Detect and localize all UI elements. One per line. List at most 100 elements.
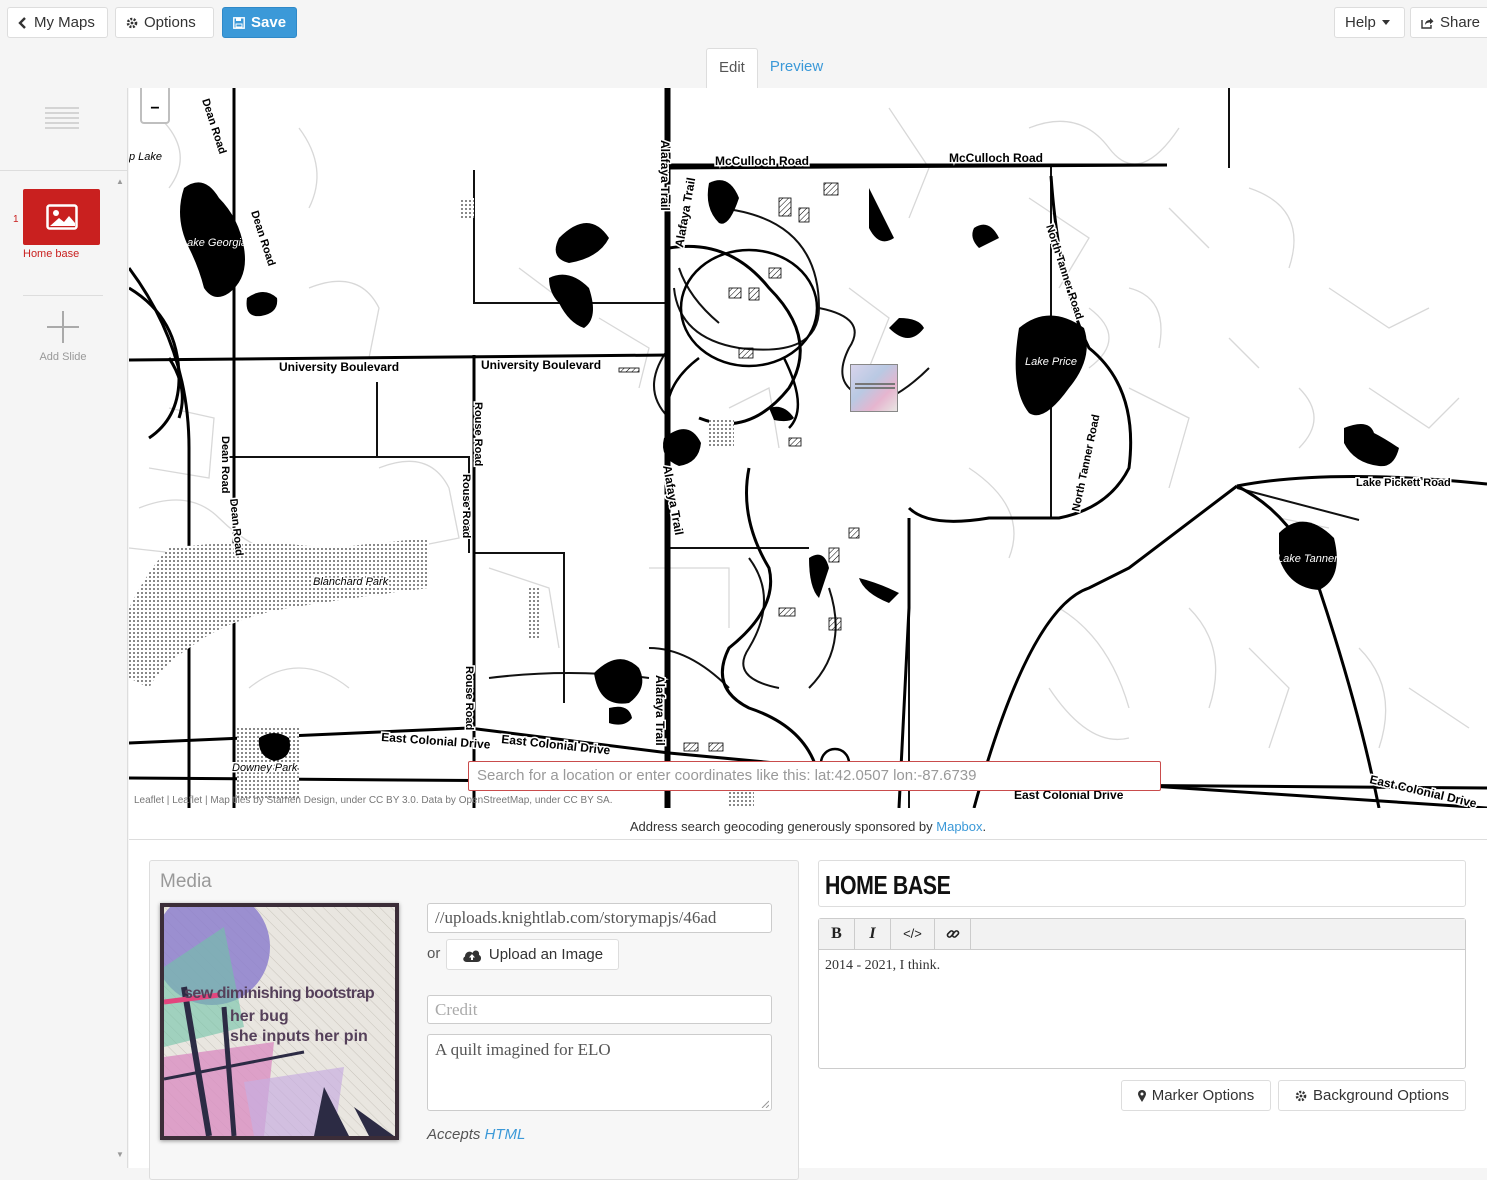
attrib-leaflet-1[interactable]: Leaflet [134,795,164,806]
italic-button[interactable]: I [855,919,891,949]
map-label-mcculloch-2: McCulloch Road [949,151,1043,165]
headline-input[interactable]: HOME BASE [818,860,1466,907]
link-icon [946,930,959,938]
add-slide-button[interactable]: Add Slide [20,310,106,368]
caret-down-icon [1381,20,1390,25]
html-link[interactable]: HTML [485,1126,526,1143]
add-slide-label: Add Slide [39,351,87,363]
map-label-east-colonial-2: East Colonial Drive [501,732,612,757]
upload-label: Upload an Image [488,946,604,963]
map-label-lake-pickett: Lake Pickett Road [1356,477,1451,489]
bold-button[interactable]: B [819,919,855,949]
media-url-input[interactable]: //uploads.knightlab.com/storymapjs/46ad [427,903,772,933]
slide-label: Home base [23,248,80,260]
map-label-blanchard-park: Blanchard Park [313,576,389,588]
attrib-stamen[interactable]: Stamen Design [267,795,335,806]
my-maps-button[interactable]: My Maps [7,7,108,38]
attrib-tiles-prefix: Map tiles by [210,795,267,806]
map-label-rouse-1: Rouse Road [472,402,484,466]
tab-edit[interactable]: Edit [706,48,758,88]
slide-sidebar: ▲ ▼ 1 Home base Add Slide [0,88,128,1168]
image-icon [45,204,78,230]
chevron-left-icon [18,16,26,29]
map-label-mcculloch-1: McCulloch Road [715,154,809,168]
credit-input[interactable]: Credit [427,995,772,1024]
map-label-downey-park: Downey Park [232,762,298,774]
or-label: or [427,945,441,962]
quilt-text-line-1: sew diminishing bootstrap [184,985,375,1002]
map-label-north-tanner-1: North Tanner Road [1043,223,1085,321]
map-label-rouse-3: Rouse Road [463,666,475,730]
attrib-ccsa[interactable]: CC BY SA [563,795,610,806]
editor-tabs: Edit Preview [706,48,835,88]
map-label-alafaya-1: Alafaya Trail [658,140,672,211]
rich-text-editor: B I </> 2014 - 2021, I think. [818,918,1466,1069]
accepts-label: Accepts [427,1126,485,1143]
mapbox-link[interactable]: Mapbox [936,819,982,834]
link-button[interactable] [935,919,971,949]
geocoding-sponsor: Address search geocoding generously spon… [129,808,1487,840]
slide-item-1[interactable]: 1 Home base [10,188,110,268]
zoom-control: − [140,88,170,124]
map-label-lake-tanner: Lake Tanner [1277,553,1339,565]
sidebar-divider [0,170,128,171]
sidebar-scroll-up[interactable]: ▲ [116,177,124,186]
map-label-lake-price: Lake Price [1025,356,1077,368]
lines-icon [45,107,79,129]
map-label-lake-partial: p Lake [129,151,162,163]
map-label-lake-georgia: Lake Georgia [181,237,247,249]
help-button[interactable]: Help [1334,7,1405,38]
credit-placeholder: Credit [435,1000,478,1019]
map-label-university-2: University Boulevard [481,358,601,372]
attrib-under-2: , under [529,795,564,806]
media-title: Media [160,871,212,892]
zoom-out-button[interactable]: − [142,100,168,118]
gear-icon [1295,1090,1307,1101]
sidebar-scroll-down[interactable]: ▼ [116,1150,124,1159]
map-marker[interactable] [850,364,898,412]
options-button[interactable]: Options [115,7,214,38]
slide-thumbnail [23,189,100,245]
help-label: Help [1345,14,1376,31]
resize-handle-icon[interactable] [761,1100,769,1108]
location-search-input[interactable]: Search for a location or enter coordinat… [468,761,1161,791]
attrib-under-1: , under [334,795,369,806]
rte-toolbar: B I </> [819,919,1465,950]
accepts-html-note: Accepts HTML [427,1126,525,1143]
attrib-end: . [609,795,613,806]
overview-slide-icon[interactable] [45,107,79,129]
floppy-disk-icon [233,16,245,29]
location-search-placeholder: Search for a location or enter coordinat… [477,767,977,784]
blanchard-park-area [129,538,429,688]
map-marker-icon [1137,1089,1146,1102]
options-label: Options [144,14,196,31]
map-canvas[interactable]: McCulloch Road McCulloch Road University… [129,88,1487,808]
sponsor-text: Address search geocoding generously spon… [629,819,937,834]
upload-image-button[interactable]: Upload an Image [446,939,619,970]
caption-value: A quilt imagined for ELO [435,1040,611,1059]
map-attribution: Leaflet | Leaflet | Map tiles by Stamen … [134,795,613,806]
media-url-value: //uploads.knightlab.com/storymapjs/46ad [435,908,717,927]
share-button[interactable]: Share [1410,7,1487,38]
map-label-alafaya-2: Alafaya Trail [672,176,698,248]
background-options-label: Background Options [1313,1087,1449,1104]
media-panel: Media sew diminishing bootstrap her bug [149,860,799,1180]
tab-preview[interactable]: Preview [758,48,835,88]
cloud-upload-icon [463,950,481,962]
map-label-alafaya-4: Alafaya Trail [653,675,667,746]
save-button[interactable]: Save [222,7,297,38]
slide-divider [23,295,103,296]
code-button[interactable]: </> [891,919,935,949]
attrib-osm[interactable]: OpenStreetMap [459,795,530,806]
map-label-dean-1: Dean Road [199,97,228,155]
attrib-leaflet-2[interactable]: Leaflet [172,795,202,806]
sponsor-end: . [982,819,987,834]
marker-options-button[interactable]: Marker Options [1121,1080,1271,1111]
share-icon [1421,17,1434,29]
marker-options-label: Marker Options [1151,1087,1255,1104]
attrib-data-by: . Data by [415,795,459,806]
background-options-button[interactable]: Background Options [1278,1080,1466,1111]
attrib-cc3[interactable]: CC BY 3.0 [369,795,416,806]
rte-body[interactable]: 2014 - 2021, I think. [825,958,940,974]
caption-textarea[interactable]: A quilt imagined for ELO [427,1034,772,1111]
